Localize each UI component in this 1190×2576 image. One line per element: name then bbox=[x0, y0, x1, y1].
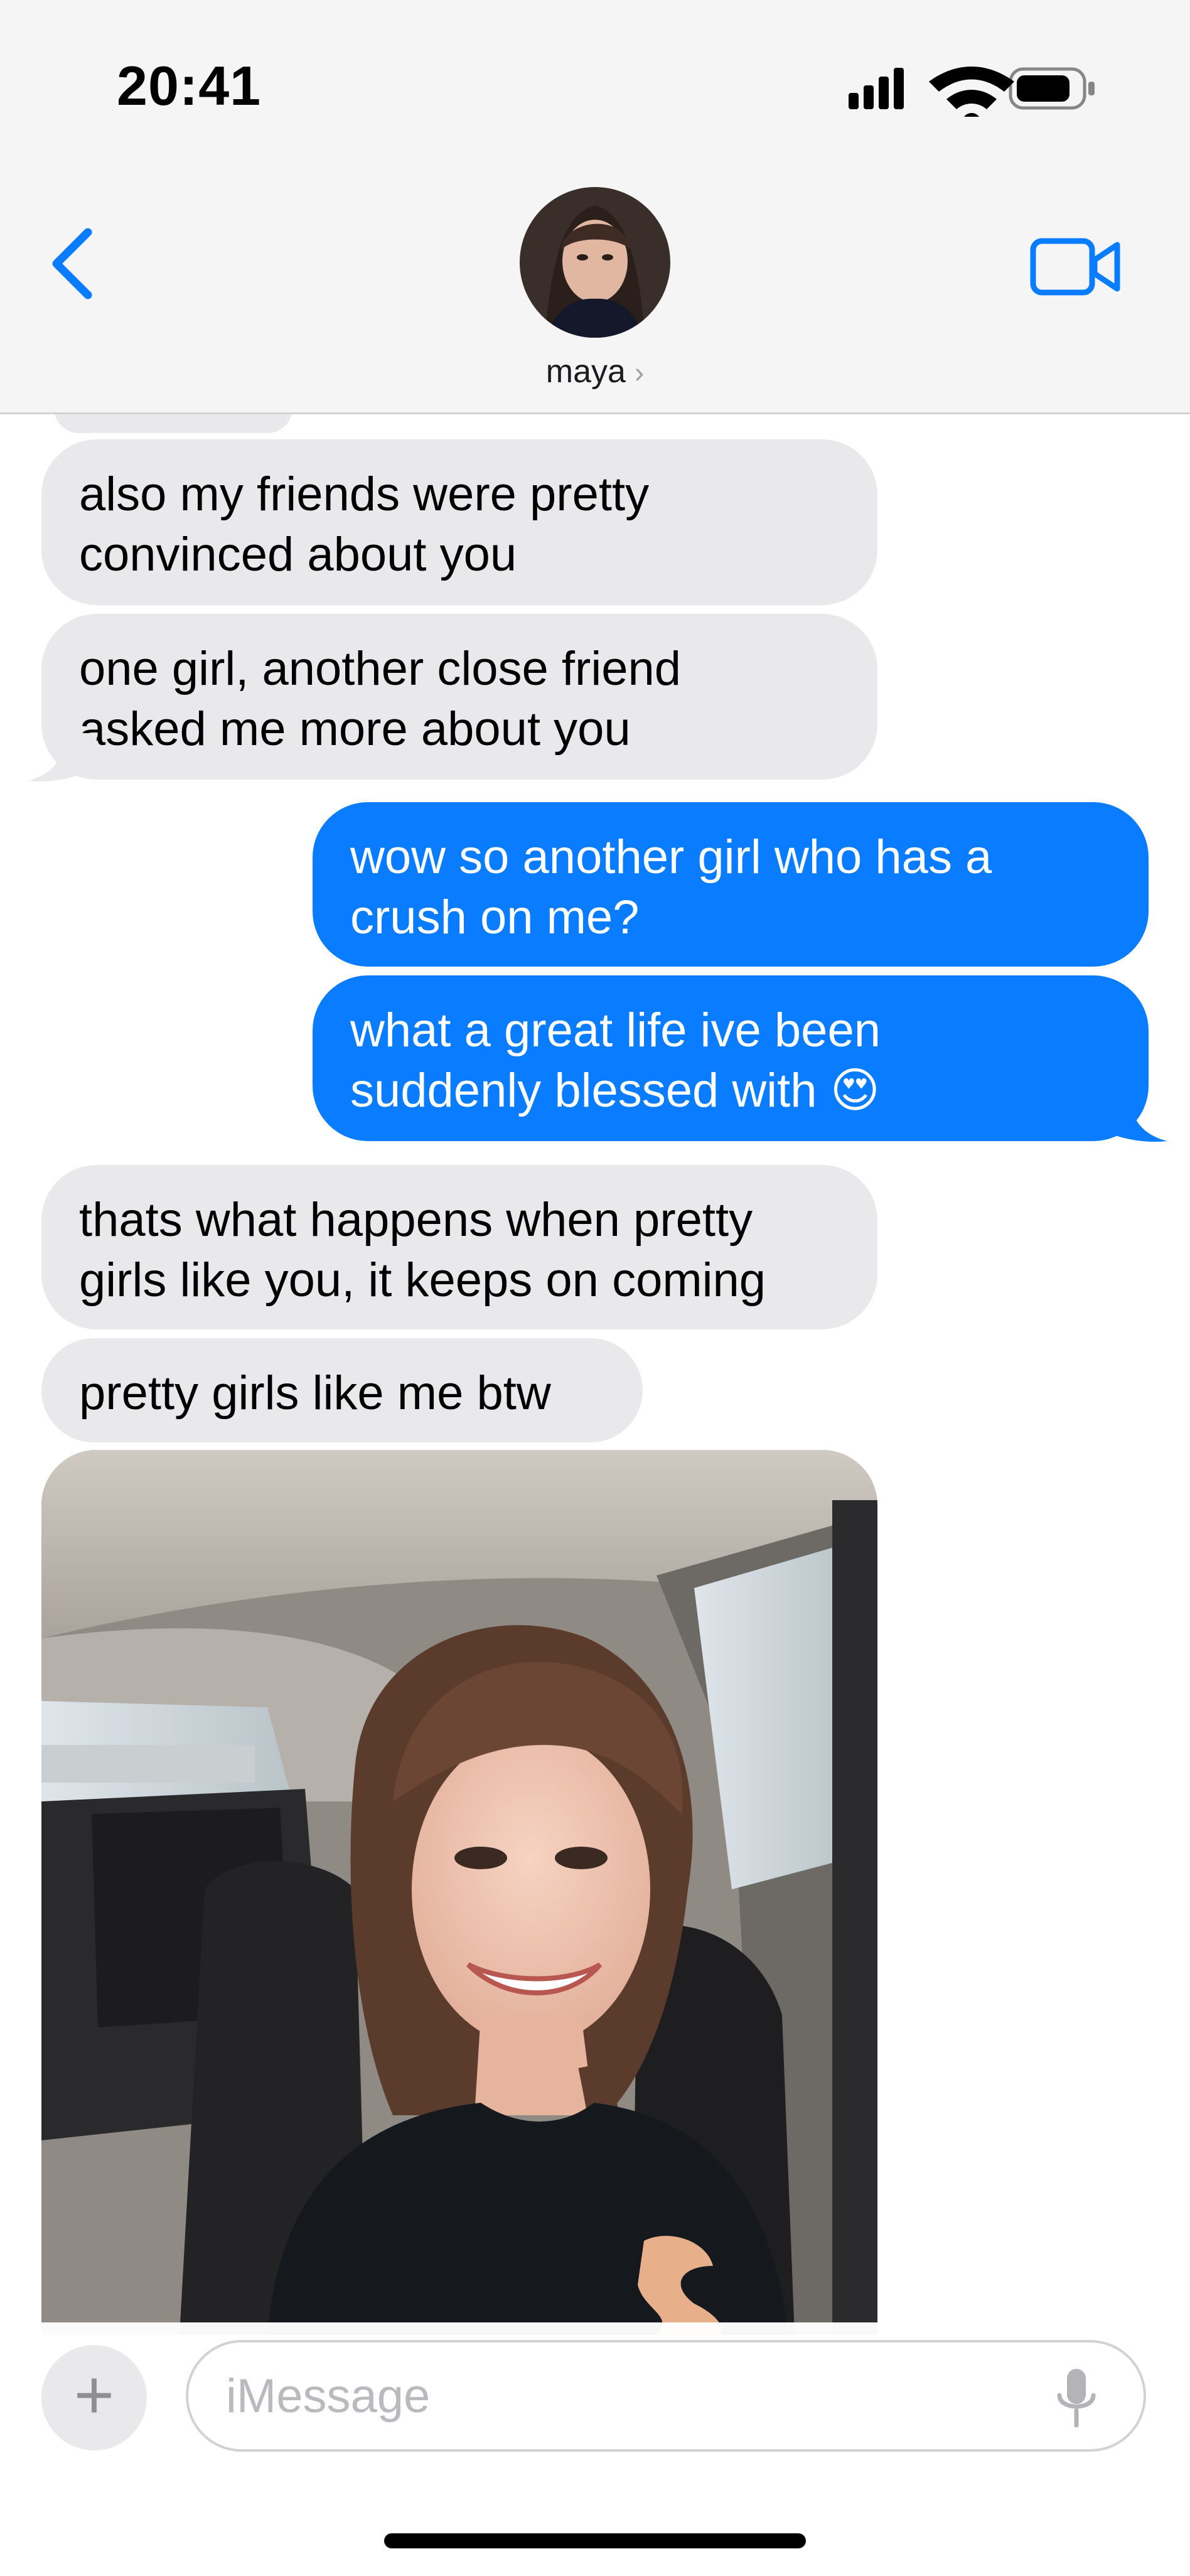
wifi-icon bbox=[929, 67, 1014, 117]
chevron-right-icon: › bbox=[634, 356, 645, 389]
selfie-photo-icon bbox=[41, 1450, 877, 2335]
contact-name-label: maya bbox=[545, 353, 626, 390]
plus-icon: + bbox=[73, 2356, 115, 2434]
contact-name[interactable]: maya › bbox=[0, 353, 1190, 390]
avatar[interactable] bbox=[520, 187, 670, 338]
message-bubble-incoming[interactable]: one girl, another close friend asked me … bbox=[41, 614, 877, 780]
message-bubble-incoming[interactable]: pretty girls like me btw bbox=[41, 1338, 643, 1442]
message-bubble-incoming[interactable]: thats what happens when pretty girls lik… bbox=[41, 1165, 877, 1329]
message-bubble-incoming[interactable]: also my friends were pretty convinced ab… bbox=[41, 439, 877, 605]
photo-attachment[interactable] bbox=[41, 1450, 877, 2335]
video-call-icon[interactable] bbox=[1029, 232, 1123, 301]
contact-avatar-icon bbox=[520, 187, 670, 338]
home-indicator[interactable] bbox=[384, 2533, 806, 2548]
cellular-signal-icon bbox=[849, 68, 904, 109]
message-bubble-outgoing[interactable]: what a great life ive been suddenly bles… bbox=[313, 975, 1149, 1141]
battery-icon bbox=[1009, 67, 1095, 110]
message-bubble-outgoing[interactable]: wow so another girl who has a crush on m… bbox=[313, 802, 1149, 967]
status-bar-time: 20:41 bbox=[117, 55, 262, 117]
outgoing-bubble-tail bbox=[1092, 1093, 1167, 1142]
microphone-icon[interactable] bbox=[1054, 2366, 1098, 2429]
conversation-header: 20:41 maya › bbox=[0, 0, 1190, 414]
back-chevron-icon[interactable] bbox=[44, 226, 100, 301]
incoming-bubble-tail bbox=[28, 733, 97, 781]
add-attachment-button[interactable]: + bbox=[41, 2345, 147, 2450]
imessage-input[interactable] bbox=[186, 2340, 1146, 2452]
status-bar-icons bbox=[849, 67, 1095, 117]
